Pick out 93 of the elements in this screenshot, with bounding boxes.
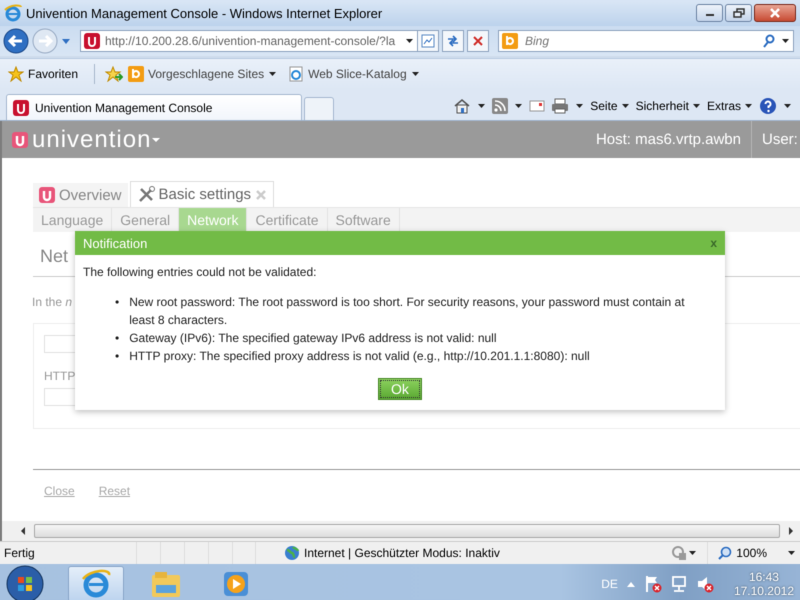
close-icon [769,8,781,18]
footer-link[interactable]: Close [44,484,75,498]
address-dropdown-icon[interactable] [405,38,414,44]
dropdown-caret-icon[interactable] [410,71,420,77]
dropdown-caret-icon[interactable] [688,550,698,556]
dropdown-caret-icon[interactable] [744,103,753,109]
section-heading: Net [40,246,68,267]
host-name: Host: mas6.vrtp.awbn [596,131,742,148]
dropdown-caret-icon[interactable] [787,550,796,556]
zoom-button[interactable]: 100% [718,546,767,560]
sub-tab[interactable]: Network [179,208,248,232]
history-dropdown-icon[interactable] [61,38,71,44]
horizontal-scrollbar[interactable] [34,524,780,538]
page-icon [421,34,435,48]
module-tab[interactable]: Basic settings [130,181,274,207]
site-icon [128,66,144,82]
favorites-link[interactable]: Vorgeschlagene Sites [128,66,278,82]
logo-icon [12,132,28,148]
list-bullet: • [115,294,120,311]
language-indicator[interactable]: DE [601,577,618,591]
action-center-icon[interactable] [644,575,662,593]
dropdown-caret-icon[interactable] [477,103,486,109]
globe-icon [284,545,300,561]
address-field[interactable]: http://10.200.28.6/univention-management-console/?la [80,30,418,52]
search-bar[interactable]: Bing [498,30,794,52]
footer-link[interactable]: Reset [98,484,130,498]
dropdown-caret-icon[interactable] [692,103,701,109]
ok-button[interactable]: Ok [378,378,422,400]
command-menu[interactable]: Seite [590,99,630,113]
scroll-left-icon[interactable] [20,527,26,535]
star-icon [8,66,24,82]
browser-tab[interactable]: Univention Management Console [6,94,302,120]
back-button-icon[interactable] [3,28,29,54]
dropdown-caret-icon[interactable] [620,103,630,109]
restore-icon [732,8,744,18]
search-icon[interactable] [762,34,776,48]
help-icon[interactable] [759,97,777,115]
stop-icon [472,35,484,47]
feed-icon[interactable] [492,98,508,114]
favorites-link[interactable]: Web Slice-Katalog [288,66,420,82]
error-item: New root password: The root password is too short. For security reasons, your password must contain at least 8 characters. [129,294,686,329]
browser-page-icon [288,66,304,82]
restore-button[interactable] [725,4,752,22]
compatibility-button[interactable] [417,30,439,52]
error-item: Gateway (IPv6): The specified gateway IPv6 address is not valid: null [129,330,498,347]
folder-icon [150,569,182,599]
refresh-icon [446,34,460,48]
tools-icon [136,186,155,204]
command-menu[interactable]: Extras [706,99,753,113]
intro-text: In the n [32,295,72,309]
browser-logo-icon [81,569,111,599]
clock[interactable]: 16:43 17.10.2012 [734,570,794,598]
dialog-close-button[interactable]: x [710,236,717,250]
home-icon[interactable] [453,98,472,114]
favorites-button[interactable]: Favoriten [8,66,78,82]
dropdown-caret-icon[interactable] [514,103,524,109]
media-player-icon [221,569,251,599]
list-bullet: • [115,348,120,365]
dropdown-caret-icon[interactable] [575,103,584,109]
status-text: Fertig [4,546,36,560]
close-button[interactable] [754,4,796,22]
user-label: User: [762,131,798,148]
list-bullet: • [115,330,120,347]
window-title: Univention Management Console - Windows Internet Explorer [26,6,384,20]
minimize-button[interactable] [696,4,723,22]
zoom-icon [718,546,732,560]
volume-icon[interactable] [696,575,714,593]
search-provider-icon [502,33,518,49]
module-icon [39,187,55,203]
taskbar-button[interactable] [68,566,124,600]
error-item: HTTP proxy: The specified proxy address is not valid (e.g., http://10.201.1.1:8080): null [129,348,591,365]
mail-icon[interactable] [529,100,546,112]
refresh-button[interactable] [442,30,464,52]
search-dropdown-icon[interactable] [781,38,790,44]
menu-caret-icon[interactable] [151,136,162,142]
security-zone: Internet | Geschützter Modus: Inaktiv [304,546,500,560]
stop-button[interactable] [467,30,489,52]
add-favorite-icon[interactable] [105,66,124,82]
command-menu[interactable]: Sicherheit [636,99,701,113]
dropdown-caret-icon[interactable] [268,71,278,77]
network-icon[interactable] [670,575,688,593]
module-tab[interactable]: Overview [33,183,128,207]
dropdown-caret-icon[interactable] [783,103,792,109]
site-logo-icon [13,100,29,116]
print-icon[interactable] [551,98,570,114]
dialog-title: Notification [83,236,148,250]
browser-logo-icon [4,4,22,22]
scroll-right-icon[interactable] [788,527,794,535]
start-button-icon[interactable] [6,565,44,600]
site-logo-icon [84,33,100,49]
dialog-message: The following entries could not be validated: [82,264,318,279]
field-label: HTTP [44,369,76,383]
logo-text: univention [32,126,152,154]
